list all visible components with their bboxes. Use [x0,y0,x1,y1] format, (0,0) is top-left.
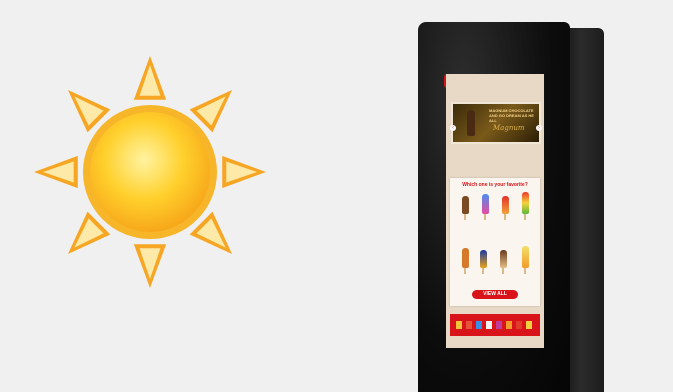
promo-banner: MAGNUM CHOCOLATE AND GO DREAM AS HE ALL … [450,104,542,142]
banner-prev-arrow-icon[interactable]: ‹ [450,125,456,131]
ice-cream-product[interactable] [502,196,509,214]
stick [482,268,484,274]
product-tray [450,314,540,336]
stick [464,214,466,220]
kiosk-front-panel: ♥ MAGNUM CHOCOLATE AND GO DREAM AS HE AL… [418,22,570,392]
product-card: Which one is your favorite? VIEW ALL [450,178,540,306]
ice-cream-bar-image [467,110,475,136]
digital-kiosk: ♥ MAGNUM CHOCOLATE AND GO DREAM AS HE AL… [418,22,604,392]
ice-cream-product[interactable] [522,192,529,214]
tray-product[interactable] [456,321,462,329]
stick [484,214,486,220]
favorite-question: Which one is your favorite? [462,182,528,188]
sun-icon [34,56,266,288]
tray-product[interactable] [516,321,522,329]
ice-cream-product[interactable] [500,250,507,268]
stick [464,268,466,274]
view-all-button[interactable]: VIEW ALL [472,290,518,299]
tray-product[interactable] [486,321,492,329]
ice-cream-product[interactable] [480,250,487,268]
tray-product[interactable] [496,321,502,329]
kiosk-screen: MAGNUM CHOCOLATE AND GO DREAM AS HE ALL … [446,74,544,348]
scene: ♥ MAGNUM CHOCOLATE AND GO DREAM AS HE AL… [0,0,673,392]
banner-next-arrow-icon[interactable]: › [536,125,542,131]
ice-cream-product[interactable] [462,248,469,268]
stick [524,268,526,274]
banner-script: Magnum [493,124,525,132]
ice-cream-product[interactable] [482,194,489,214]
tray-product[interactable] [506,321,512,329]
ice-cream-product[interactable] [522,246,529,268]
sun-core [90,112,210,232]
stick [524,214,526,220]
stick [502,268,504,274]
tray-product[interactable] [476,321,482,329]
ice-cream-product[interactable] [462,196,469,214]
kiosk-side-panel [566,28,604,392]
tray-product[interactable] [466,321,472,329]
tray-product[interactable] [526,321,532,329]
banner-headline: MAGNUM CHOCOLATE AND GO DREAM AS HE ALL [489,108,534,123]
stick [504,214,506,220]
